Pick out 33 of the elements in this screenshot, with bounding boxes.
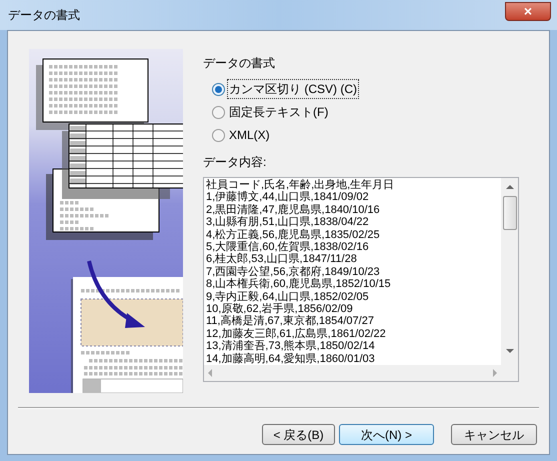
scroll-left-icon[interactable] — [208, 369, 212, 378]
dialog-button[interactable]: キャンセル — [451, 424, 537, 445]
data-line: 13,清浦奎吾,73,熊本県,1850/02/14 — [206, 340, 375, 352]
data-line: 14,加藤高明,64,愛知県,1860/01/03 — [206, 352, 375, 366]
scroll-right-icon[interactable] — [493, 369, 497, 378]
data-line: 4,松方正義,56,鹿児島県,1835/02/25 — [206, 228, 380, 241]
content-text-area[interactable] — [203, 177, 519, 382]
format-radio[interactable]: 固定長テキスト(F) — [212, 103, 519, 121]
data-line: 7,西園寺公望,56,京都府,1849/10/23 — [206, 266, 380, 278]
data-line: 8,山本権兵衛,60,鹿児島県,1852/10/15 — [206, 278, 391, 290]
dialog-button[interactable]: < 戻る(B) — [262, 424, 335, 445]
data-line: 12,加藤友三郎,61,広島県,1861/02/22 — [206, 328, 386, 340]
data-line: 6,桂太郎,53,山口県,1847/11/28 — [206, 253, 357, 266]
format-radio[interactable]: XML(X) — [212, 126, 519, 144]
dialog-button[interactable]: 次へ(N) > — [339, 424, 434, 445]
data-line: 9,寺内正毅,64,山口県,1852/02/05 — [206, 290, 369, 303]
data-line: 1,伊藤博文,44,山口県,1841/09/02 — [206, 191, 369, 204]
data-line: 3,山縣有朋,51,山口県,1838/04/22 — [206, 216, 369, 228]
format-radio[interactable]: カンマ区切り (CSV) (C) — [212, 80, 519, 98]
vertical-scrollbar[interactable] — [501, 178, 518, 381]
content-label: データ内容: — [203, 154, 268, 171]
data-line: 5,大隈重信,60,佐賀県,1838/02/16 — [206, 241, 369, 254]
data-line: 社員コード,氏名,年齢,出身地,生年月日 — [206, 179, 394, 191]
format-group-label: データの書式 — [203, 55, 276, 72]
data-line: 2,黒田清隆,47,鹿児島県,1840/10/16 — [206, 204, 380, 216]
horizontal-scrollbar[interactable] — [204, 365, 501, 381]
scroll-thumb[interactable] — [502, 196, 516, 230]
scroll-down-icon[interactable] — [506, 349, 514, 353]
scroll-up-icon[interactable] — [506, 185, 514, 189]
data-line: 10,原敬,62,岩手県,1856/02/09 — [206, 303, 353, 316]
data-line: 11,高橋是清,67,東京都,1854/07/27 — [206, 315, 374, 328]
window-title: データの書式 — [8, 7, 80, 24]
close-button[interactable]: × — [505, 2, 551, 20]
